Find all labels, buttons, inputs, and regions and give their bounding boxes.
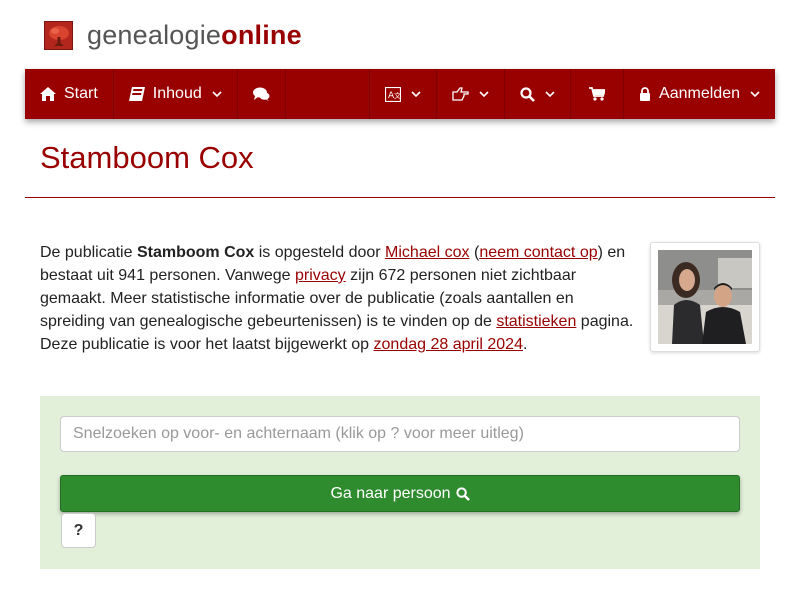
contact-link[interactable]: neem contact op xyxy=(479,244,597,261)
home-icon xyxy=(40,87,56,101)
intro-text: . xyxy=(522,336,528,353)
nav-start[interactable]: Start xyxy=(25,69,114,119)
cart-icon xyxy=(589,87,606,101)
search-help-button[interactable]: ? xyxy=(61,513,96,548)
page-title: Stamboom Cox xyxy=(40,140,254,175)
author-photo xyxy=(658,250,752,344)
book-icon xyxy=(128,87,145,101)
privacy-link[interactable]: privacy xyxy=(295,267,346,284)
language-icon: A 文 xyxy=(385,86,402,102)
publication-name: Stamboom Cox xyxy=(136,244,255,261)
intro-text: is opgesteld door xyxy=(254,244,386,261)
brand-name-part2: online xyxy=(221,19,302,50)
last-updated-link[interactable]: zondag 28 april 2024 xyxy=(374,336,523,353)
hand-pointer-icon xyxy=(452,87,469,101)
tree-logo-icon xyxy=(44,20,73,50)
nav-start-label: Start xyxy=(64,85,98,102)
search-icon xyxy=(520,86,535,102)
nav-hand[interactable] xyxy=(437,69,506,119)
chevron-down-icon xyxy=(212,90,222,97)
intro-text: ( xyxy=(469,244,480,261)
main-navbar: Start Inhoud A 文 Aanmelden xyxy=(25,69,775,119)
statistics-link[interactable]: statistieken xyxy=(496,313,576,330)
chevron-down-icon xyxy=(545,90,555,97)
author-photo-frame[interactable] xyxy=(650,242,760,352)
nav-login[interactable]: Aanmelden xyxy=(624,69,775,119)
go-to-person-button[interactable]: Ga naar persoon xyxy=(60,475,740,512)
comments-icon xyxy=(252,87,270,101)
lock-icon xyxy=(640,87,651,101)
author-link[interactable]: Michael cox xyxy=(385,244,469,261)
svg-text:文: 文 xyxy=(394,91,401,100)
nav-search[interactable] xyxy=(505,69,572,119)
brand-name: genealogieonline xyxy=(87,20,302,51)
chevron-down-icon xyxy=(750,90,760,97)
search-icon xyxy=(455,486,470,501)
site-brand[interactable]: genealogieonline xyxy=(44,16,302,54)
title-divider xyxy=(25,197,775,198)
quick-search-input[interactable] xyxy=(60,416,740,452)
nav-cart[interactable] xyxy=(571,69,625,119)
nav-language[interactable]: A 文 xyxy=(369,69,438,119)
nav-inhoud[interactable]: Inhoud xyxy=(114,69,238,119)
chevron-down-icon xyxy=(479,90,489,97)
nav-forum[interactable] xyxy=(238,69,286,119)
nav-inhoud-label: Inhoud xyxy=(152,85,202,102)
nav-login-label: Aanmelden xyxy=(659,85,740,102)
brand-name-part1: genealogie xyxy=(87,19,222,50)
intro-text: De publicatie xyxy=(40,244,137,261)
go-to-person-label: Ga naar persoon xyxy=(330,484,451,502)
publication-intro: De publicatie Stamboom Cox is opgesteld … xyxy=(40,241,640,356)
chevron-down-icon xyxy=(411,90,421,97)
quick-search-panel: Ga naar persoon ? xyxy=(40,396,760,569)
